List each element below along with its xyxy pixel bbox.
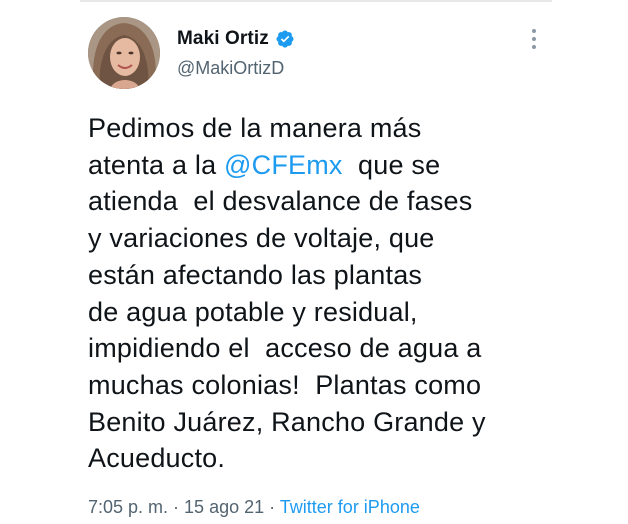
- author-name-row[interactable]: Maki Ortiz: [177, 26, 295, 52]
- meta-separator: ·: [264, 497, 280, 517]
- more-options-icon[interactable]: [524, 26, 544, 52]
- tweet-date[interactable]: 15 ago 21: [184, 497, 264, 517]
- tweet-source-link[interactable]: Twitter for iPhone: [280, 497, 420, 517]
- mention-link[interactable]: @CFEmx: [224, 150, 343, 180]
- tweet-line: atenta a la @CFEmx que se: [88, 149, 441, 180]
- avatar[interactable]: [88, 17, 160, 89]
- tweet-line: Acueducto.: [88, 443, 226, 474]
- tweet-line: atienda el desvalance de fases: [88, 186, 473, 217]
- profile-photo-icon: [88, 17, 160, 89]
- display-name[interactable]: Maki Ortiz: [177, 28, 269, 50]
- tweet-line: y variaciones de voltaje, que: [88, 223, 435, 254]
- tweet-line: Pedimos de la manera más: [88, 113, 422, 143]
- tweet-line: de agua potable y residual,: [88, 296, 418, 327]
- tweet-text: Pedimos de la manera más atenta a la @CF…: [88, 110, 568, 477]
- verified-badge-icon: [275, 29, 295, 49]
- tweet-line: Benito Juárez, Rancho Grande y: [88, 406, 486, 437]
- meta-separator: ·: [168, 497, 185, 517]
- top-divider: [80, 0, 552, 2]
- tweet-meta: 7:05 p. m. · 15 ago 21 · Twitter for iPh…: [88, 495, 420, 519]
- tweet-line: muchas colonias! Plantas como: [88, 369, 482, 400]
- tweet-line: están afectando las plantas: [88, 259, 423, 290]
- tweet-card: Maki Ortiz @MakiOrtizD Pedimos de la man…: [0, 0, 628, 524]
- tweet-line: impidiendo el acceso de agua a: [88, 333, 482, 364]
- author-handle[interactable]: @MakiOrtizD: [177, 58, 284, 79]
- tweet-time[interactable]: 7:05 p. m.: [88, 497, 168, 517]
